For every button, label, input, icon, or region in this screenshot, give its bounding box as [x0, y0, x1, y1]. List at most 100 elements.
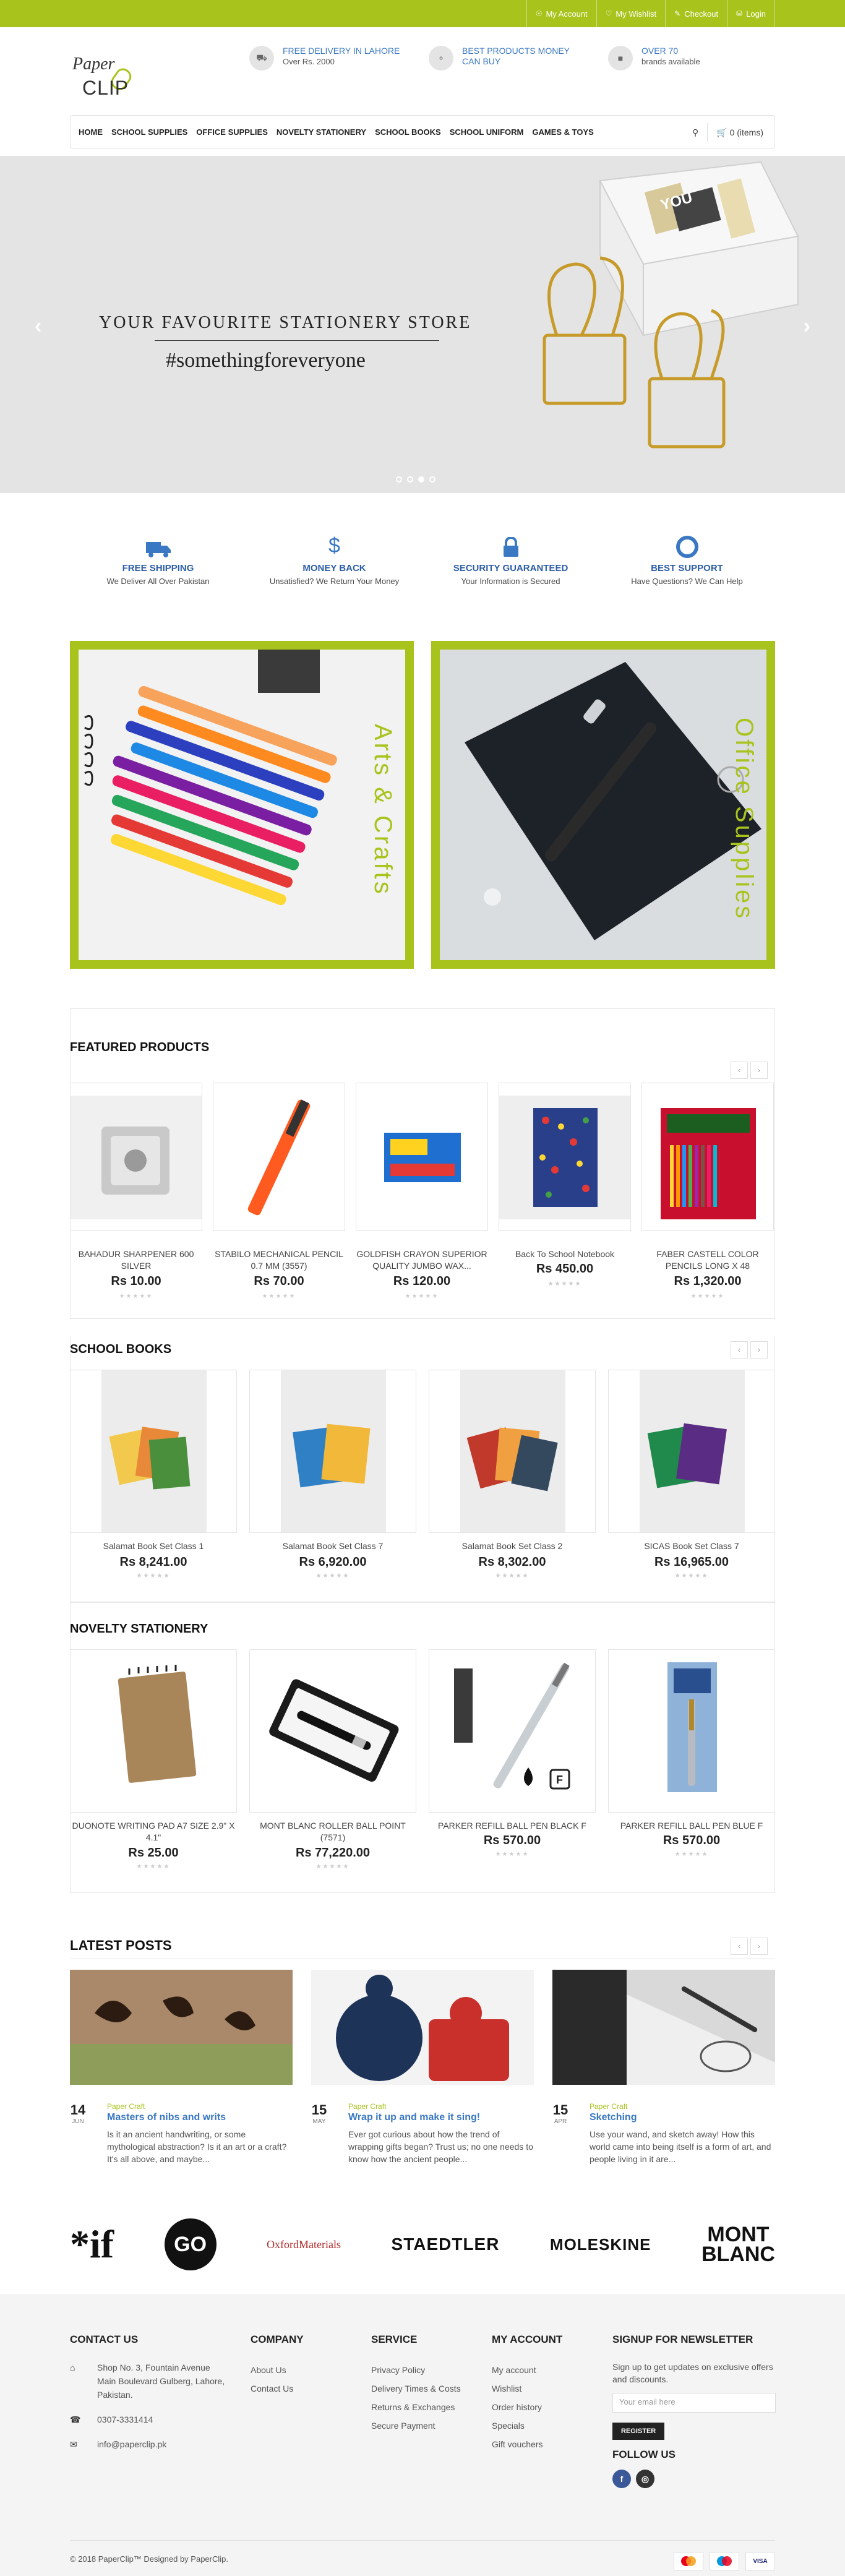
slider-prev-arrow[interactable]: ‹ [35, 314, 41, 338]
brand-logo-if[interactable]: *if [70, 2222, 114, 2267]
footer-link-wishlist[interactable]: Wishlist [492, 2379, 562, 2398]
product-card[interactable]: F PARKER REFILL BALL PEN BLACK F Rs 570.… [429, 1649, 596, 1878]
footer-link-delivery[interactable]: Delivery Times & Costs [371, 2379, 461, 2398]
brand-logo-montblanc[interactable]: MONT BLANC [701, 2224, 775, 2265]
slider-dot-active[interactable] [418, 476, 424, 483]
login-link[interactable]: ⛁ Login [727, 0, 775, 27]
product-card[interactable]: Salamat Book Set Class 2 Rs 8,302.00 ★★★… [429, 1370, 596, 1592]
nav-item-school-books[interactable]: SCHOOL BOOKS [371, 127, 445, 137]
prev-arrow-icon[interactable]: ‹ [731, 1341, 748, 1359]
product-card[interactable]: MONT BLANC ROLLER BALL POINT (7571) Rs 7… [249, 1649, 416, 1878]
product-name[interactable]: PARKER REFILL BALL PEN BLACK F [429, 1820, 596, 1832]
product-card[interactable]: Salamat Book Set Class 7 Rs 6,920.00 ★★★… [249, 1370, 416, 1592]
product-name[interactable]: BAHADUR SHARPENER 600 SILVER [70, 1248, 202, 1272]
nav-item-games-toys[interactable]: GAMES & TOYS [528, 127, 598, 137]
product-name[interactable]: MONT BLANC ROLLER BALL POINT (7571) [249, 1820, 416, 1844]
slider-dot[interactable] [407, 476, 413, 483]
post-card[interactable]: 15 MAY Paper Craft Wrap it up and make it… [311, 1970, 534, 2164]
nav-item-office-supplies[interactable]: OFFICE SUPPLIES [192, 127, 272, 137]
product-card[interactable]: SICAS Book Set Class 7 Rs 16,965.00 ★★★★… [608, 1370, 775, 1592]
search-icon[interactable]: ⚲ [692, 127, 698, 138]
post-category[interactable]: Paper Craft [107, 2102, 145, 2111]
nav-item-novelty-stationery[interactable]: NOVELTY STATIONERY [272, 127, 371, 137]
slider-dot[interactable] [396, 476, 402, 483]
footer-link-returns[interactable]: Returns & Exchanges [371, 2398, 461, 2416]
email-text[interactable]: info@paperclip.pk [97, 2437, 166, 2451]
banner-arts-crafts[interactable]: Arts & Crafts [70, 641, 414, 969]
footer-link-specials[interactable]: Specials [492, 2416, 562, 2435]
product-card[interactable]: PARKER REFILL BALL PEN BLUE F Rs 570.00 … [608, 1649, 775, 1878]
post-card[interactable]: 14 JUN Paper Craft Masters of nibs and wr… [70, 1970, 293, 2164]
product-card[interactable]: GOLDFISH CRAYON SUPERIOR QUALITY JUMBO W… [356, 1083, 488, 1305]
next-arrow-icon[interactable]: › [750, 1341, 768, 1359]
brand-logo-moleskine[interactable]: MOLESKINE [550, 2235, 651, 2254]
brand-logo-go[interactable]: GO [164, 2218, 217, 2270]
banner-office-supplies[interactable]: Office Supplies [431, 641, 775, 969]
product-image[interactable] [70, 1370, 237, 1533]
phone-text[interactable]: 0307-3331414 [97, 2413, 153, 2426]
product-image[interactable] [70, 1083, 202, 1231]
product-name[interactable]: FABER CASTELL COLOR PENCILS LONG X 48 [641, 1248, 774, 1272]
product-image[interactable] [608, 1649, 775, 1813]
product-image[interactable] [356, 1083, 488, 1231]
footer-link-secure-payment[interactable]: Secure Payment [371, 2416, 461, 2435]
product-name[interactable]: PARKER REFILL BALL PEN BLUE F [608, 1820, 775, 1832]
post-image[interactable] [70, 1970, 293, 2085]
product-name[interactable]: Back To School Notebook [499, 1248, 631, 1260]
nav-item-home[interactable]: HOME [74, 127, 107, 137]
product-image[interactable]: F [429, 1649, 596, 1813]
brand-logo-oxford[interactable]: OxfordMaterials [267, 2238, 341, 2251]
product-name[interactable]: STABILO MECHANICAL PENCIL 0.7 MM (3557) [213, 1248, 345, 1272]
footer-link-contact-us[interactable]: Contact Us [251, 2379, 304, 2398]
post-card[interactable]: 15 APR Paper Craft Sketching Use your wan… [552, 1970, 775, 2164]
product-image[interactable] [70, 1649, 237, 1813]
site-logo[interactable]: Paper CLIP [70, 49, 138, 105]
product-card[interactable]: STABILO MECHANICAL PENCIL 0.7 MM (3557) … [213, 1083, 345, 1305]
footer-link-privacy-policy[interactable]: Privacy Policy [371, 2361, 461, 2379]
post-category[interactable]: Paper Craft [590, 2102, 627, 2111]
facebook-icon[interactable]: f [612, 2470, 631, 2488]
product-card[interactable]: BAHADUR SHARPENER 600 SILVER Rs 10.00 ★★… [70, 1083, 202, 1305]
next-arrow-icon[interactable]: › [750, 1062, 768, 1079]
footer-link-gift-vouchers[interactable]: Gift vouchers [492, 2435, 562, 2454]
product-image[interactable] [641, 1083, 774, 1231]
next-arrow-icon[interactable]: › [750, 1938, 768, 1955]
footer-link-my-account[interactable]: My account [492, 2361, 562, 2379]
product-image[interactable] [213, 1083, 345, 1231]
checkout-link[interactable]: ✎ Checkout [665, 0, 727, 27]
post-category[interactable]: Paper Craft [348, 2102, 386, 2111]
product-name[interactable]: Salamat Book Set Class 2 [429, 1540, 596, 1552]
product-name[interactable]: Salamat Book Set Class 1 [70, 1540, 237, 1552]
product-image[interactable] [249, 1649, 416, 1813]
cart-button[interactable]: 🛒 0 (items) [716, 127, 763, 138]
product-name[interactable]: SICAS Book Set Class 7 [608, 1540, 775, 1552]
product-image[interactable] [429, 1370, 596, 1533]
brand-logo-staedtler[interactable]: STAEDTLER [392, 2235, 500, 2254]
my-wishlist-link[interactable]: ♡ My Wishlist [596, 0, 665, 27]
product-card[interactable]: DUONOTE WRITING PAD A7 SIZE 2.9" x 4.1" … [70, 1649, 237, 1878]
product-card[interactable]: Back To School Notebook Rs 450.00 ★★★★★ [499, 1083, 631, 1305]
post-image[interactable] [311, 1970, 534, 2085]
instagram-icon[interactable]: ◎ [636, 2470, 654, 2488]
prev-arrow-icon[interactable]: ‹ [731, 1938, 748, 1955]
footer-link-order-history[interactable]: Order history [492, 2398, 562, 2416]
product-card[interactable]: Salamat Book Set Class 1 Rs 8,241.00 ★★★… [70, 1370, 237, 1592]
footer-link-about-us[interactable]: About Us [251, 2361, 304, 2379]
post-image[interactable] [552, 1970, 775, 2085]
product-card[interactable]: FABER CASTELL COLOR PENCILS LONG X 48 Rs… [641, 1083, 774, 1305]
post-title[interactable]: Wrap it up and make it sing! [348, 2112, 480, 2123]
register-button[interactable]: REGISTER [612, 2423, 665, 2440]
product-image[interactable] [608, 1370, 775, 1533]
post-title[interactable]: Masters of nibs and writs [107, 2112, 226, 2123]
product-name[interactable]: DUONOTE WRITING PAD A7 SIZE 2.9" x 4.1" [70, 1820, 237, 1844]
product-name[interactable]: Salamat Book Set Class 7 [249, 1540, 416, 1552]
prev-arrow-icon[interactable]: ‹ [731, 1062, 748, 1079]
product-image[interactable] [249, 1370, 416, 1533]
my-account-link[interactable]: ☉ My Account [526, 0, 596, 27]
product-name[interactable]: GOLDFISH CRAYON SUPERIOR QUALITY JUMBO W… [356, 1248, 488, 1272]
post-title[interactable]: Sketching [590, 2112, 637, 2123]
newsletter-email-input[interactable]: Your email here [612, 2393, 776, 2413]
nav-item-school-supplies[interactable]: SCHOOL SUPPLIES [107, 127, 192, 137]
nav-item-school-uniform[interactable]: SCHOOL UNIFORM [445, 127, 528, 137]
product-image[interactable] [499, 1083, 631, 1231]
